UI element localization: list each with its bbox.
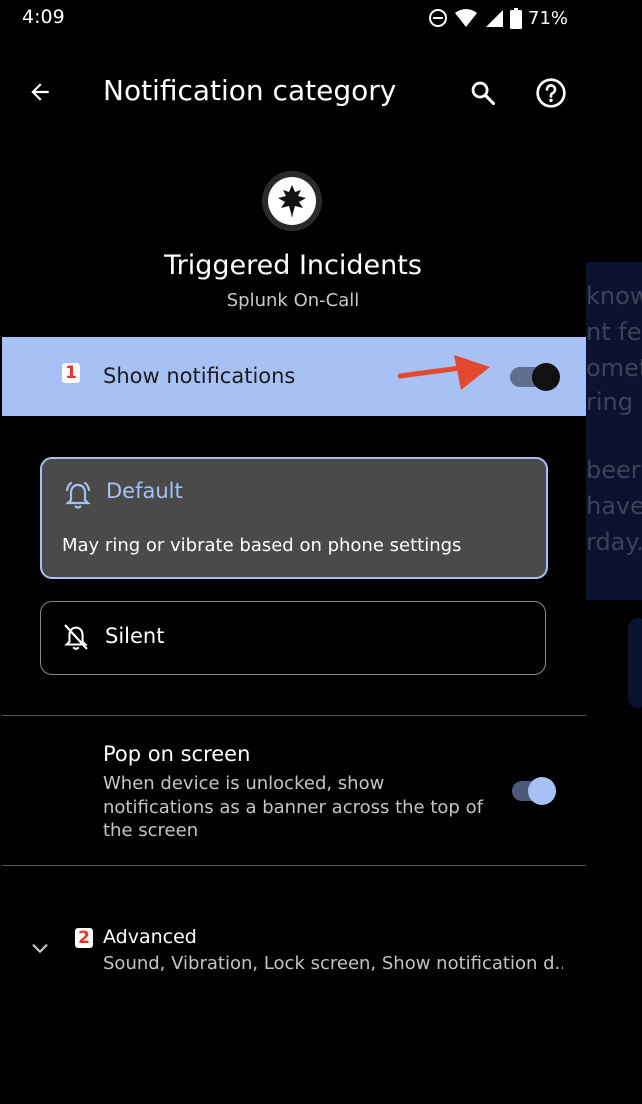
background-text: have xyxy=(586,492,642,520)
status-time: 4:09 xyxy=(22,6,65,28)
help-button[interactable] xyxy=(532,74,570,112)
show-notifications-row[interactable]: 1 Show notifications xyxy=(2,337,586,416)
advanced-summary: Sound, Vibration, Lock screen, Show noti… xyxy=(103,953,563,974)
background-text: know xyxy=(586,282,642,310)
bell-off-icon xyxy=(64,624,88,650)
app-name: Splunk On-Call xyxy=(226,290,360,311)
pop-on-screen-description: When device is unlocked, show notificati… xyxy=(103,773,483,841)
leaf-icon xyxy=(278,185,306,218)
show-notifications-toggle[interactable] xyxy=(510,363,560,391)
background-text: omet xyxy=(586,354,642,382)
chevron-down-icon xyxy=(32,944,48,953)
search-icon xyxy=(471,81,496,106)
battery-icon xyxy=(510,7,522,29)
silent-option-title: Silent xyxy=(105,624,165,648)
background-app-element xyxy=(628,618,642,708)
toggle-thumb xyxy=(532,363,560,391)
battery-level: 71% xyxy=(528,7,569,29)
show-notifications-label: Show notifications xyxy=(103,364,296,388)
background-text: rday. xyxy=(586,528,642,556)
bell-ring-icon xyxy=(65,481,91,509)
annotation-arrow-icon xyxy=(398,355,490,390)
silent-option-card[interactable]: Silent xyxy=(40,601,546,675)
default-option-card[interactable]: Default May ring or vibrate based on pho… xyxy=(40,457,548,579)
channel-name: Triggered Incidents xyxy=(164,250,422,281)
page-title: Notification category xyxy=(103,74,397,107)
background-text: beer xyxy=(586,456,641,484)
pop-on-screen-toggle[interactable] xyxy=(512,777,560,805)
cell-signal-icon xyxy=(486,10,503,27)
wifi-icon xyxy=(455,9,477,27)
do-not-disturb-icon xyxy=(429,9,447,27)
toggle-thumb xyxy=(528,777,556,805)
advanced-title: Advanced xyxy=(103,926,197,948)
status-icons: 71% xyxy=(428,6,568,30)
app-icon xyxy=(262,171,322,231)
search-button[interactable] xyxy=(464,74,502,112)
annotation-badge: 1 xyxy=(62,363,80,383)
annotation-badge: 2 xyxy=(75,928,93,948)
arrow-back-icon xyxy=(31,83,49,101)
default-option-title: Default xyxy=(106,479,183,503)
background-text: nt fea xyxy=(586,318,642,346)
help-icon xyxy=(536,78,566,108)
background-app-card: know nt fea omet ring beer have rday. xyxy=(586,262,642,600)
back-button[interactable] xyxy=(22,74,58,110)
default-option-description: May ring or vibrate based on phone setti… xyxy=(62,535,462,556)
pop-on-screen-title: Pop on screen xyxy=(103,742,251,766)
background-text: ring xyxy=(586,388,633,416)
